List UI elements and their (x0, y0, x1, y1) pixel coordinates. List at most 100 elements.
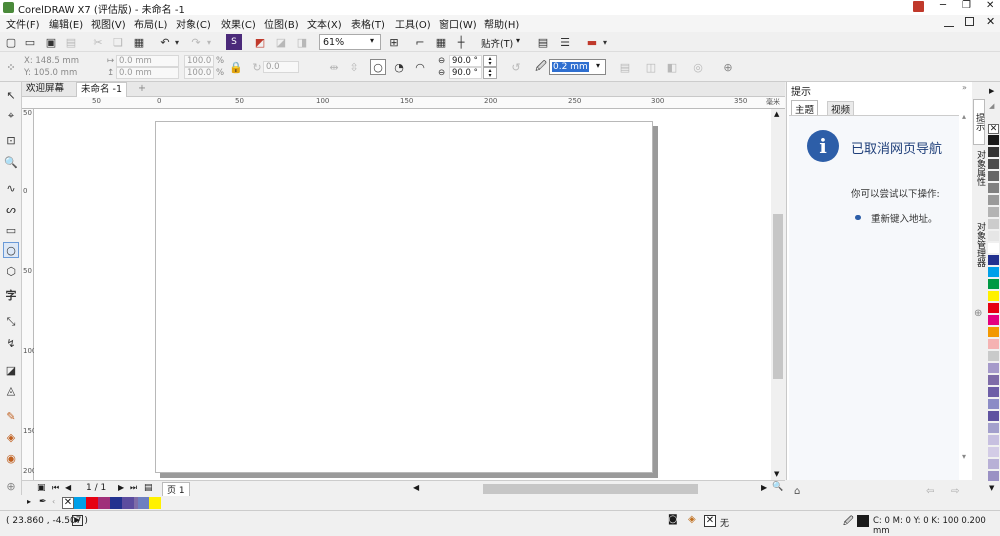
scroll-down-icon[interactable]: ▼ (774, 470, 779, 478)
scale-x-field[interactable]: 100.0 (184, 55, 214, 67)
publish-pdf-icon[interactable]: ◨ (294, 34, 310, 50)
horizontal-scroll-thumb[interactable] (483, 484, 698, 494)
menu-close-button[interactable]: ✕ (986, 15, 995, 28)
page-options-icon[interactable]: ▣ (37, 483, 46, 493)
document-color-settings-icon[interactable]: ◙ (668, 514, 678, 525)
first-page-icon[interactable]: ⏮ (52, 483, 59, 493)
hints-scroll-down-icon[interactable]: ▾ (962, 452, 966, 461)
eyedropper-tool-icon[interactable]: ✎ (3, 408, 19, 424)
artistic-media-tool-icon[interactable]: ᔕ (3, 201, 19, 217)
palette-swatch[interactable] (988, 363, 999, 373)
last-page-icon[interactable]: ⏭ (130, 483, 137, 493)
menu-view[interactable]: 视图(V) (91, 16, 126, 31)
import-icon[interactable]: ◩ (252, 34, 268, 50)
document-palette-swatch[interactable] (86, 497, 98, 509)
launch-dropdown-icon[interactable]: ▾ (600, 34, 610, 50)
show-rulers-icon[interactable]: ⌐ (412, 34, 428, 50)
add-icon[interactable]: ⊕ (720, 59, 736, 75)
width-field[interactable]: 0.0 mm (116, 55, 179, 67)
palette-swatch[interactable] (988, 219, 999, 229)
menu-restore-button[interactable] (965, 17, 974, 26)
vertical-scroll-thumb[interactable] (773, 214, 783, 379)
export-icon[interactable]: ◪ (273, 34, 289, 50)
outline-width-select[interactable]: 0.2 mm ▾ (549, 59, 606, 75)
shape-tool-icon[interactable]: ⌖ (3, 108, 19, 124)
vertical-ruler[interactable]: 50 0 50 100 150 200 (22, 109, 36, 480)
document-palette-swatch[interactable] (122, 497, 134, 509)
palette-swatch[interactable] (988, 255, 999, 265)
eyedropper-icon[interactable]: ✒ (39, 497, 47, 507)
docker-tab-object-properties[interactable]: 对象属性 (973, 150, 985, 220)
scroll-right-icon[interactable]: ▶ (761, 483, 767, 492)
menu-bitmaps[interactable]: 位图(B) (264, 16, 299, 31)
parallel-dimension-tool-icon[interactable]: ⤡ (3, 314, 19, 330)
palette-no-color-swatch[interactable]: ✕ (988, 124, 999, 134)
pick-tool-icon[interactable]: ↖ (3, 87, 19, 103)
page-1-tab[interactable]: 页 1 (162, 482, 190, 497)
horizontal-ruler[interactable]: 50 0 50 100 150 200 250 300 350 毫米 (22, 97, 785, 109)
palette-swatch[interactable] (988, 243, 999, 253)
mirror-horizontal-icon[interactable]: ⇹ (326, 59, 342, 75)
home-icon[interactable]: ⌂ (794, 486, 800, 497)
launch-icon[interactable]: ▬ (584, 34, 600, 50)
palette-swatch[interactable] (988, 207, 999, 217)
docker-tab-hints[interactable]: 提示 (973, 99, 985, 145)
menu-effects[interactable]: 效果(C) (221, 16, 256, 31)
document-palette-swatch[interactable] (98, 497, 110, 509)
horizontal-scrollbar[interactable]: ◀ ▶ (411, 483, 771, 495)
palette-swatch[interactable] (988, 303, 999, 313)
crop-tool-icon[interactable]: ⊡ (3, 132, 19, 148)
palette-swatch[interactable] (988, 183, 999, 193)
zoom-tool-icon[interactable]: 🔍 (3, 154, 19, 170)
connector-tool-icon[interactable]: ↯ (3, 335, 19, 351)
new-document-icon[interactable]: ▢ (3, 34, 19, 50)
add-tab-button[interactable]: + (134, 82, 150, 97)
palette-scroll-down-icon[interactable]: ▼ (989, 484, 994, 492)
zoom-level-select[interactable]: 61% ▾ (319, 34, 381, 50)
lock-ratio-icon[interactable]: 🔒 (228, 59, 244, 75)
vertical-scrollbar[interactable]: ▲ ▼ (771, 109, 785, 480)
scroll-left-icon[interactable]: ◀ (413, 483, 419, 492)
palette-swatch[interactable] (988, 231, 999, 241)
palette-swatch[interactable] (988, 135, 999, 145)
options-icon[interactable]: ▤ (535, 34, 551, 50)
status-expand-icon[interactable]: ▶ (72, 515, 83, 526)
copy-icon[interactable]: ❏ (110, 34, 126, 50)
menu-tools[interactable]: 工具(O) (395, 16, 431, 31)
redo-icon[interactable]: ↷ (188, 34, 204, 50)
snap-dropdown-icon[interactable]: ▾ (516, 36, 520, 45)
palette-swatch[interactable] (988, 291, 999, 301)
freehand-tool-icon[interactable]: ∿ (3, 180, 19, 196)
mirror-vertical-icon[interactable]: ⇳ (346, 59, 362, 75)
fill-bucket-icon[interactable]: ◈ (688, 514, 696, 525)
menu-minimize-button[interactable] (944, 17, 954, 27)
menu-text[interactable]: 文本(X) (307, 16, 342, 31)
back-icon[interactable]: ⇦ (926, 486, 934, 497)
document-palette-swatch[interactable] (74, 497, 86, 509)
forward-icon[interactable]: ⇨ (951, 486, 959, 497)
smart-fill-tool-icon[interactable]: ◉ (3, 450, 19, 466)
palette-swatch[interactable] (988, 339, 999, 349)
text-tool-icon[interactable]: 字 (3, 287, 19, 303)
menu-layout[interactable]: 布局(L) (134, 16, 167, 31)
palette-swatch[interactable] (988, 147, 999, 157)
palette-swatch[interactable] (988, 159, 999, 169)
save-icon[interactable]: ▣ (43, 34, 59, 50)
palette-swatch[interactable] (988, 459, 999, 469)
palette-swatch[interactable] (988, 447, 999, 457)
polygon-tool-icon[interactable]: ⬡ (3, 263, 19, 279)
minimize-button[interactable]: ─ (940, 0, 946, 11)
application-launcher-icon[interactable]: ☰ (557, 34, 573, 50)
show-guidelines-icon[interactable]: ┼ (453, 34, 469, 50)
palette-swatch[interactable] (988, 327, 999, 337)
document-palette-scroll-icon[interactable]: ‹ (52, 497, 55, 506)
open-icon[interactable]: ▭ (22, 34, 38, 50)
pie-mode-icon[interactable]: ◔ (391, 59, 407, 75)
palette-swatch[interactable] (988, 387, 999, 397)
add-tool-icon[interactable]: ⊕ (3, 478, 19, 494)
hints-scroll-up-icon[interactable]: ▴ (962, 112, 966, 121)
menu-window[interactable]: 窗口(W) (439, 16, 477, 31)
restore-button[interactable]: ❐ (962, 0, 971, 11)
transparency-tool-icon[interactable]: ◬ (3, 382, 19, 398)
palette-swatch[interactable] (988, 195, 999, 205)
